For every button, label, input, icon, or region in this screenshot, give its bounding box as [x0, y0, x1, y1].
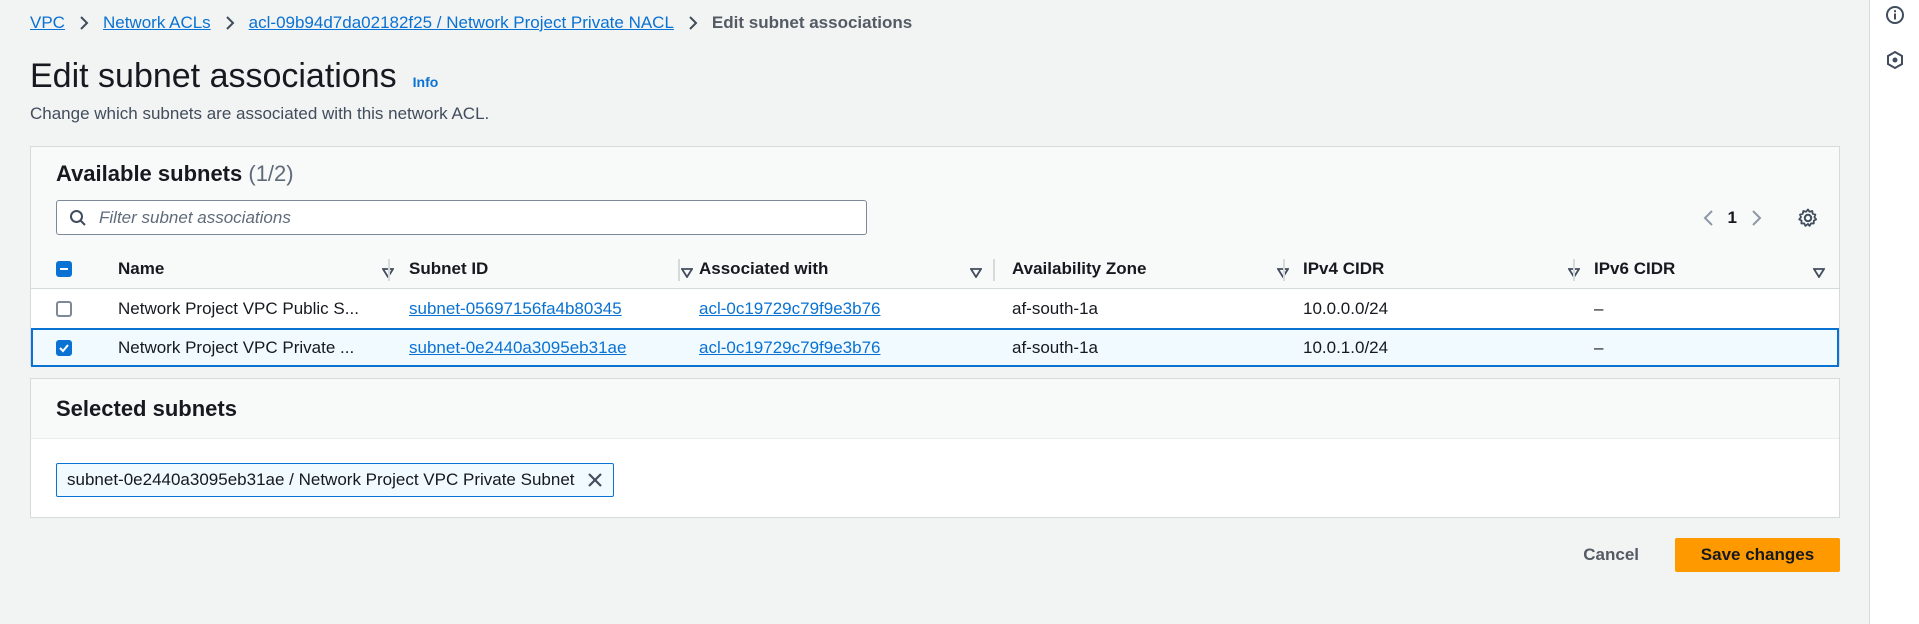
- selected-subnets-panel: Selected subnets subnet-0e2440a3095eb31a…: [30, 378, 1840, 518]
- acl-link[interactable]: acl-0c19729c79f9e3b76: [699, 299, 880, 319]
- filter-input[interactable]: [97, 206, 837, 229]
- sort-icon[interactable]: [969, 263, 983, 283]
- cell-ipv4-cidr: 10.0.0.0/24: [1303, 298, 1389, 318]
- cell-name: Network Project VPC Public S...: [118, 298, 359, 318]
- table-row-selected[interactable]: Network Project VPC Private ... subnet-0…: [31, 328, 1839, 367]
- page-description: Change which subnets are associated with…: [30, 104, 490, 123]
- column-label: Associated with: [699, 259, 829, 278]
- cell-availability-zone: af-south-1a: [1012, 337, 1098, 357]
- filter-box[interactable]: [56, 200, 867, 235]
- available-subnets-title: Available subnets: [56, 161, 243, 186]
- acl-link[interactable]: acl-0c19729c79f9e3b76: [699, 338, 880, 358]
- info-icon[interactable]: [1884, 4, 1906, 26]
- breadcrumb-vpc[interactable]: VPC: [30, 13, 65, 33]
- cell-name: Network Project VPC Private ...: [118, 337, 355, 357]
- chevron-right-icon: [79, 15, 89, 31]
- row-checkbox[interactable]: [56, 301, 72, 317]
- cell-associated-with: acl-0c19729c79f9e3b76: [699, 328, 989, 367]
- token-label: subnet-0e2440a3095eb31ae / Network Proje…: [67, 470, 575, 489]
- gear-icon[interactable]: [1797, 207, 1819, 229]
- column-header-ipv6-cidr[interactable]: IPv6 CIDR: [1594, 249, 1839, 289]
- column-divider[interactable]: [678, 259, 680, 281]
- column-header-subnet-id[interactable]: Subnet ID: [409, 249, 699, 289]
- column-header-availability-zone[interactable]: Availability Zone: [1012, 249, 1303, 289]
- column-label: IPv4 CIDR: [1303, 259, 1385, 278]
- breadcrumb-network-acls[interactable]: Network ACLs: [103, 13, 211, 33]
- breadcrumb-acl[interactable]: acl-09b94d7da02182f25 / Network Project …: [249, 13, 674, 33]
- table-row[interactable]: Network Project VPC Public S... subnet-0…: [31, 289, 1839, 328]
- subnet-id-link[interactable]: subnet-0e2440a3095eb31ae: [409, 338, 626, 358]
- breadcrumb: VPC Network ACLs acl-09b94d7da02182f25 /…: [30, 13, 912, 33]
- search-icon: [69, 209, 87, 227]
- available-subnets-panel: Available subnets (1/2) 1: [30, 146, 1840, 367]
- save-changes-button[interactable]: Save changes: [1675, 538, 1840, 572]
- selected-subnet-token: subnet-0e2440a3095eb31ae / Network Proje…: [56, 463, 614, 497]
- column-divider[interactable]: [1573, 259, 1575, 281]
- pagination: 1: [1702, 203, 1819, 233]
- chevron-right-icon: [688, 15, 698, 31]
- chevron-left-icon[interactable]: [1702, 209, 1714, 227]
- column-divider[interactable]: [1283, 259, 1285, 281]
- right-rail: [1869, 0, 1919, 624]
- form-actions: Cancel Save changes: [1577, 538, 1840, 572]
- column-header-ipv4-cidr[interactable]: IPv4 CIDR: [1303, 249, 1594, 289]
- cancel-button[interactable]: Cancel: [1577, 544, 1645, 566]
- close-icon[interactable]: [587, 472, 603, 488]
- row-checkbox-checked[interactable]: [56, 340, 72, 356]
- cell-availability-zone: af-south-1a: [1012, 298, 1098, 318]
- subnet-id-link[interactable]: subnet-05697156fa4b80345: [409, 299, 622, 319]
- page-title: Edit subnet associations: [30, 57, 397, 95]
- hexagon-icon[interactable]: [1884, 49, 1906, 71]
- cell-associated-with: acl-0c19729c79f9e3b76: [699, 289, 989, 328]
- page-number[interactable]: 1: [1728, 208, 1737, 228]
- column-label: Name: [118, 259, 165, 278]
- table-header: Name Subnet ID Associated with Availabil…: [31, 249, 1839, 289]
- column-label: Subnet ID: [409, 259, 489, 278]
- info-link[interactable]: Info: [413, 74, 439, 90]
- column-divider[interactable]: [993, 259, 995, 281]
- available-subnets-count: (1/2): [248, 161, 294, 186]
- header: Edit subnet associations Info: [30, 57, 438, 96]
- sort-icon[interactable]: [680, 263, 694, 283]
- chevron-right-icon: [225, 15, 235, 31]
- cell-subnet-id: subnet-05697156fa4b80345: [409, 289, 679, 328]
- column-label: IPv6 CIDR: [1594, 259, 1676, 278]
- cell-subnet-id: subnet-0e2440a3095eb31ae: [409, 328, 679, 367]
- cell-ipv6-cidr: –: [1594, 337, 1604, 357]
- select-all-checkbox[interactable]: [56, 261, 72, 277]
- column-header-associated-with[interactable]: Associated with: [699, 249, 996, 289]
- cell-ipv6-cidr: –: [1594, 298, 1604, 318]
- selected-subnets-heading: Selected subnets: [31, 379, 1839, 439]
- breadcrumb-current: Edit subnet associations: [711, 13, 913, 32]
- column-header-name[interactable]: Name: [118, 249, 408, 289]
- column-label: Availability Zone: [1012, 259, 1147, 278]
- column-divider[interactable]: [388, 259, 390, 281]
- cell-ipv4-cidr: 10.0.1.0/24: [1303, 337, 1389, 357]
- sort-icon[interactable]: [1812, 263, 1826, 283]
- available-subnets-heading: Available subnets (1/2): [56, 161, 294, 187]
- chevron-right-icon[interactable]: [1751, 209, 1763, 227]
